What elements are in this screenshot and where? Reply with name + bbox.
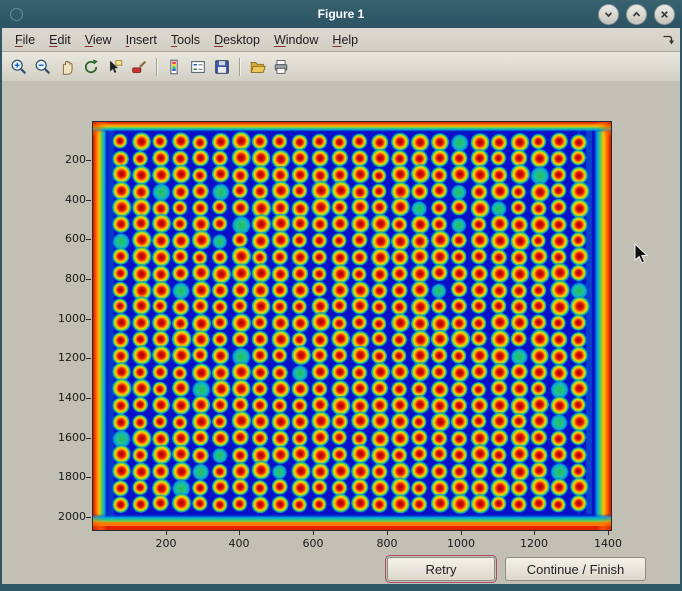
window-controls xyxy=(598,4,675,25)
toolbar xyxy=(2,52,680,82)
y-tick xyxy=(86,398,91,399)
x-tick xyxy=(313,530,314,535)
titlebar[interactable]: Figure 1 xyxy=(0,0,682,28)
rotate-3d-button[interactable] xyxy=(79,55,103,79)
zoom-in-button[interactable] xyxy=(7,55,31,79)
x-tick xyxy=(534,530,535,535)
figure-canvas-area: 200 400 600 800 1000 1200 1400 1600 1800… xyxy=(2,81,680,584)
y-tick xyxy=(86,319,91,320)
menu-edit[interactable]: Edit xyxy=(42,29,78,50)
chevron-up-icon xyxy=(631,9,642,20)
y-tick-label: 400 xyxy=(48,193,86,206)
menu-file[interactable]: File xyxy=(8,29,42,50)
open-folder-icon xyxy=(248,58,267,76)
menu-bar: File Edit View Insert Tools Desktop Wind… xyxy=(2,28,680,52)
pan-button[interactable] xyxy=(55,55,79,79)
x-tick-label: 800 xyxy=(365,537,409,550)
print-button[interactable] xyxy=(269,55,293,79)
rotate-3d-icon xyxy=(82,58,100,76)
mouse-cursor xyxy=(634,243,650,265)
undock-arrow-icon[interactable] xyxy=(662,33,675,51)
continue-finish-button[interactable]: Continue / Finish xyxy=(505,557,646,581)
shade-button[interactable] xyxy=(598,4,619,25)
y-tick xyxy=(86,200,91,201)
retry-button[interactable]: Retry xyxy=(387,557,495,581)
menu-tools[interactable]: Tools xyxy=(164,29,207,50)
print-icon xyxy=(272,58,290,76)
x-tick-label: 600 xyxy=(291,537,335,550)
window-body: File Edit View Insert Tools Desktop Wind… xyxy=(2,28,680,584)
toolbar-separator xyxy=(239,58,240,76)
data-cursor-button[interactable] xyxy=(103,55,127,79)
maximize-button[interactable] xyxy=(626,4,647,25)
y-tick-label: 600 xyxy=(48,232,86,245)
x-tick-label: 1200 xyxy=(512,537,556,550)
x-tick xyxy=(461,530,462,535)
x-tick-label: 200 xyxy=(144,537,188,550)
menu-desktop[interactable]: Desktop xyxy=(207,29,267,50)
plot-axes[interactable] xyxy=(92,121,612,531)
y-tick-label: 1000 xyxy=(48,312,86,325)
menu-insert[interactable]: Insert xyxy=(119,29,164,50)
figure-window: Figure 1 File Edit View Insert Tools Des… xyxy=(0,0,682,591)
y-tick-label: 1200 xyxy=(48,351,86,364)
data-cursor-icon xyxy=(106,58,124,76)
menu-window[interactable]: Window xyxy=(267,29,325,50)
save-button[interactable] xyxy=(210,55,234,79)
y-tick xyxy=(86,160,91,161)
x-tick-label: 400 xyxy=(217,537,261,550)
menu-help[interactable]: Help xyxy=(325,29,365,50)
close-button[interactable] xyxy=(654,4,675,25)
y-tick-label: 1600 xyxy=(48,431,86,444)
zoom-out-icon xyxy=(34,58,52,76)
y-tick xyxy=(86,358,91,359)
y-tick-label: 200 xyxy=(48,153,86,166)
x-tick xyxy=(387,530,388,535)
brush-icon xyxy=(130,58,148,76)
toolbar-separator xyxy=(156,58,157,76)
insert-colorbar-button[interactable] xyxy=(162,55,186,79)
y-tick-label: 800 xyxy=(48,272,86,285)
y-tick xyxy=(86,279,91,280)
x-tick xyxy=(608,530,609,535)
x-tick xyxy=(166,530,167,535)
insert-legend-icon xyxy=(189,58,207,76)
x-tick-label: 1000 xyxy=(439,537,483,550)
y-tick xyxy=(86,477,91,478)
microarray-image[interactable] xyxy=(93,122,611,530)
save-icon xyxy=(213,58,231,76)
brush-button[interactable] xyxy=(127,55,151,79)
y-tick-label: 1800 xyxy=(48,470,86,483)
y-tick xyxy=(86,438,91,439)
y-tick-label: 1400 xyxy=(48,391,86,404)
x-tick xyxy=(239,530,240,535)
window-title: Figure 1 xyxy=(0,7,682,21)
insert-colorbar-icon xyxy=(165,58,183,76)
zoom-in-icon xyxy=(10,58,28,76)
y-tick-label: 2000 xyxy=(48,510,86,523)
chevron-down-icon xyxy=(603,9,614,20)
x-tick-label: 1400 xyxy=(586,537,630,550)
pan-hand-icon xyxy=(58,58,76,76)
y-tick xyxy=(86,517,91,518)
insert-legend-button[interactable] xyxy=(186,55,210,79)
zoom-out-button[interactable] xyxy=(31,55,55,79)
y-tick xyxy=(86,239,91,240)
menu-view[interactable]: View xyxy=(78,29,119,50)
open-folder-button[interactable] xyxy=(245,55,269,79)
close-icon xyxy=(659,9,670,20)
